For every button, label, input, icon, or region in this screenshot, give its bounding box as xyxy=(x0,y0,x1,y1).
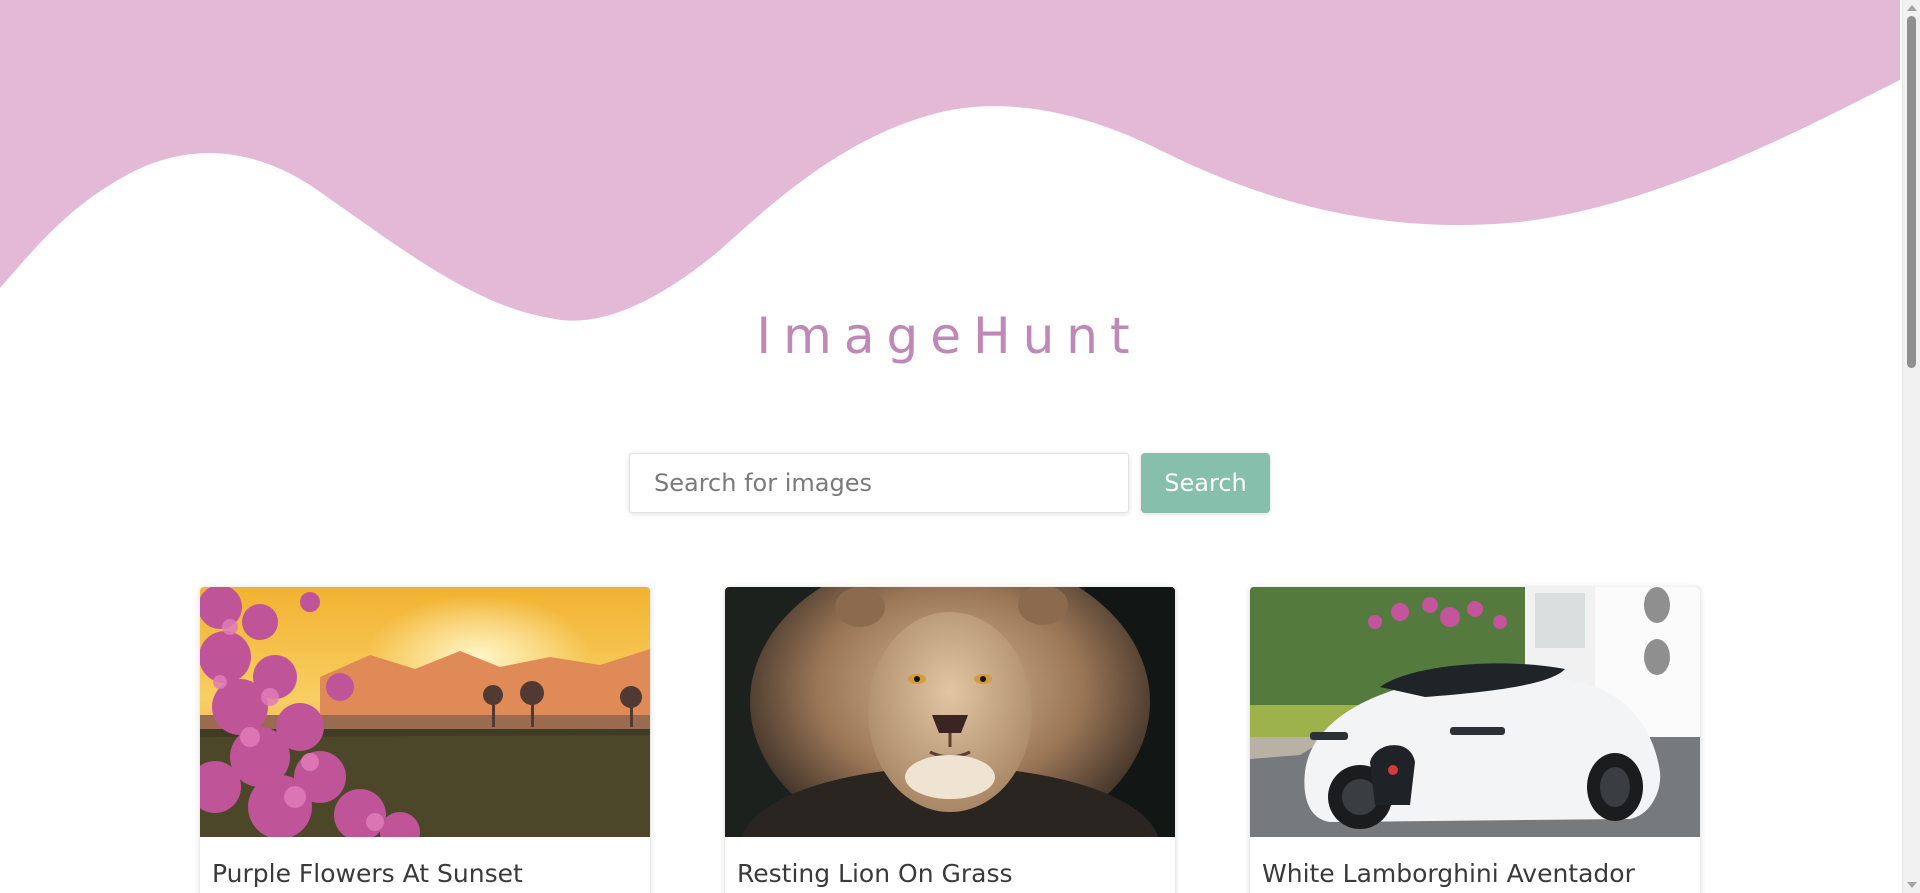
result-card[interactable]: Resting Lion On Grass xyxy=(725,587,1175,893)
result-image[interactable] xyxy=(1250,587,1700,837)
page: ImageHunt Search for images Search Purpl… xyxy=(0,0,1920,893)
page-title: ImageHunt xyxy=(756,307,1142,365)
scroll-down-arrow-icon[interactable] xyxy=(1907,882,1917,888)
scroll-up-arrow-icon[interactable] xyxy=(1907,5,1917,11)
result-image[interactable] xyxy=(200,587,650,837)
result-title[interactable]: Purple Flowers At Sunset xyxy=(200,837,650,888)
result-title[interactable]: Resting Lion On Grass xyxy=(725,837,1175,888)
header-wave xyxy=(0,0,1900,321)
search-bar: Search xyxy=(629,453,1270,513)
scroll-thumb[interactable] xyxy=(1907,16,1916,368)
result-card[interactable]: White Lamborghini Aventador xyxy=(1250,587,1700,893)
page-scrollbar[interactable] xyxy=(1902,0,1920,893)
result-card[interactable]: Purple Flowers At Sunset xyxy=(200,587,650,893)
results-grid: Purple Flowers At Sunset Resting Lion On… xyxy=(200,587,1700,893)
result-title[interactable]: White Lamborghini Aventador xyxy=(1250,837,1700,888)
search-button[interactable]: Search xyxy=(1141,453,1270,513)
search-input[interactable] xyxy=(629,453,1129,513)
result-image[interactable] xyxy=(725,587,1175,837)
